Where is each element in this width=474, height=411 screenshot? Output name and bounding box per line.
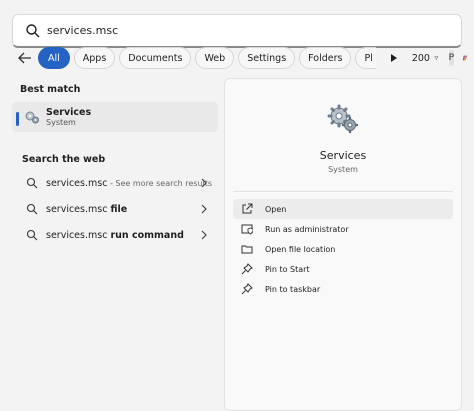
web-result-bold: file — [110, 203, 128, 215]
tab-apps[interactable]: Apps — [73, 47, 116, 69]
search-icon — [26, 229, 38, 241]
tab-photos[interactable]: Pl — [355, 47, 376, 69]
tab-all[interactable]: All — [38, 47, 70, 69]
action-label: Pin to taskbar — [265, 284, 321, 294]
action-label: Pin to Start — [265, 264, 310, 274]
services-gear-icon — [25, 111, 39, 124]
action-open-file-location[interactable]: Open file location — [233, 239, 453, 259]
detail-app-type: System — [328, 165, 358, 174]
back-arrow-icon[interactable] — [18, 48, 32, 68]
best-match-heading: Best match — [20, 83, 81, 95]
best-match-type: System — [46, 117, 76, 127]
rewards-points: 200 — [411, 52, 430, 64]
folder-icon — [241, 245, 253, 254]
detail-pane: Services System Open Run as administrato… — [224, 78, 462, 411]
selection-indicator — [16, 112, 19, 126]
web-result-text: services.msc — [46, 229, 111, 241]
action-pin-to-start[interactable]: Pin to Start — [233, 259, 453, 279]
chevron-right-icon — [201, 178, 207, 188]
web-result-bold: run command — [110, 229, 184, 241]
results-pane: Best match Services System Search the we… — [12, 78, 220, 248]
shield-icon — [241, 224, 253, 235]
open-external-icon — [242, 203, 253, 214]
action-run-as-admin[interactable]: Run as administrator — [233, 219, 453, 239]
tab-web[interactable]: Web — [195, 47, 235, 69]
pin-icon — [241, 283, 253, 295]
action-list: Open Run as administrator Open file loca… — [233, 199, 453, 299]
action-pin-to-taskbar[interactable]: Pin to taskbar — [233, 279, 453, 299]
web-result-text: services.msc — [46, 177, 108, 189]
search-web-heading: Search the web — [22, 153, 106, 165]
web-result-text: services.msc — [46, 203, 111, 215]
action-open[interactable]: Open — [233, 199, 453, 219]
chevron-right-icon — [201, 230, 207, 240]
search-icon — [26, 203, 38, 215]
tab-settings[interactable]: Settings — [238, 47, 296, 69]
best-match-name: Services — [46, 106, 92, 118]
rewards-trophy-icon[interactable] — [434, 51, 439, 65]
action-label: Open file location — [265, 244, 336, 254]
tab-documents[interactable]: Documents — [119, 47, 192, 69]
detail-app-name: Services — [319, 149, 367, 162]
copilot-icon[interactable] — [462, 49, 468, 67]
action-label: Run as administrator — [265, 224, 349, 234]
more-tabs-play-icon[interactable] — [390, 48, 398, 68]
divider — [233, 191, 453, 192]
web-result-item[interactable]: services.msc - See more search results — [12, 170, 220, 196]
best-match-item-services[interactable]: Services System — [12, 102, 218, 132]
web-result-item[interactable]: services.msc file — [12, 196, 220, 222]
filter-row: All Apps Documents Web Settings Folders … — [12, 46, 468, 70]
action-label: Open — [265, 204, 287, 214]
web-result-sub: - See more search results — [107, 178, 213, 188]
search-box[interactable] — [12, 14, 462, 48]
web-result-item[interactable]: services.msc run command — [12, 222, 220, 248]
search-icon — [26, 177, 38, 189]
avatar[interactable]: P — [448, 50, 455, 66]
tab-folders[interactable]: Folders — [299, 47, 352, 69]
search-input[interactable] — [47, 24, 427, 37]
pin-icon — [241, 263, 253, 275]
services-gear-icon — [327, 104, 359, 134]
search-icon — [26, 23, 40, 37]
chevron-right-icon — [201, 204, 207, 214]
